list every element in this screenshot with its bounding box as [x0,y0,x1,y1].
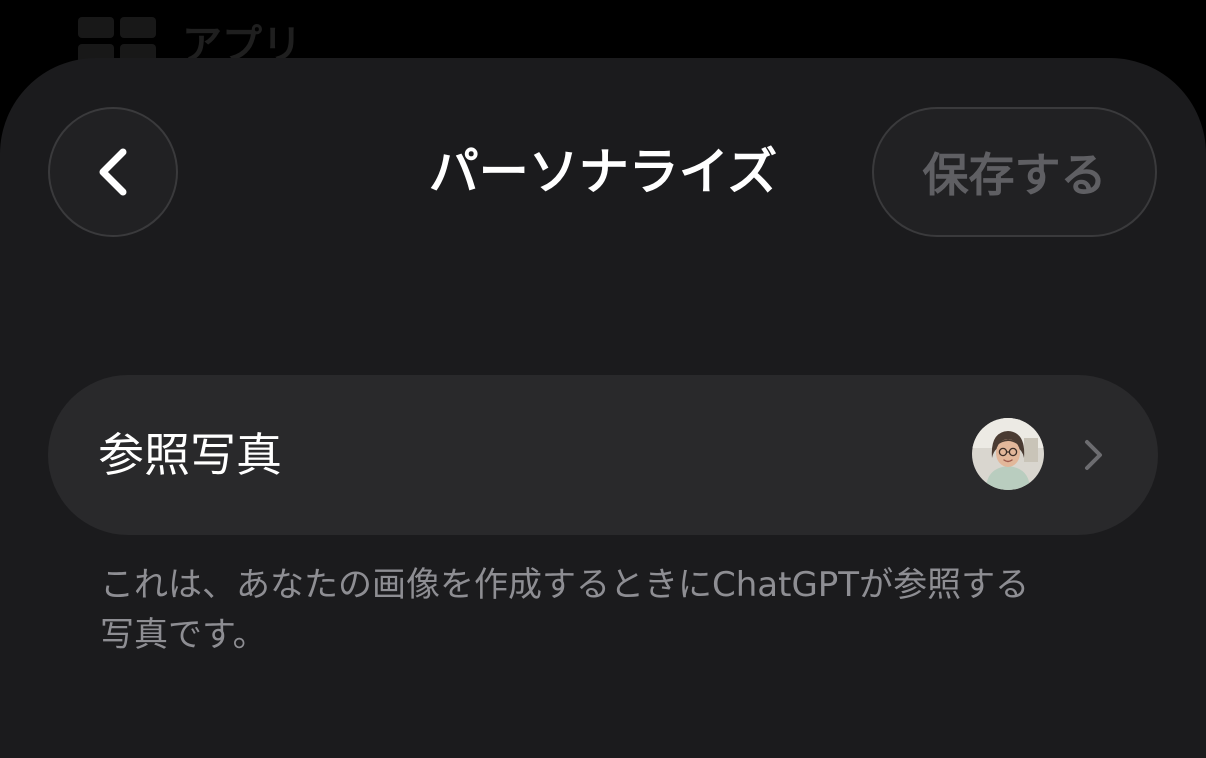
back-button[interactable] [48,107,178,237]
chevron-left-icon [99,148,127,196]
chevron-right-icon [1085,440,1102,470]
reference-photo-row[interactable]: 参照写真 [48,375,1158,535]
save-button[interactable]: 保存する [872,107,1157,237]
reference-photo-description: これは、あなたの画像を作成するときにChatGPTが参照する写真です。 [100,565,1030,655]
avatar [972,418,1044,490]
reference-photo-label: 参照写真 [98,428,282,482]
